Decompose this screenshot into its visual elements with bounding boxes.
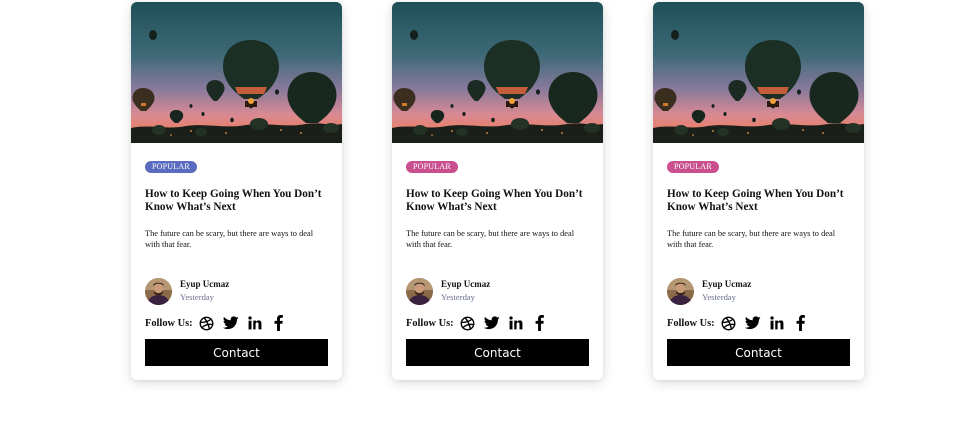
card-description: The future can be scary, but there are w…: [667, 229, 836, 249]
blog-card: POPULAR How to Keep Going When You Don’t…: [131, 2, 342, 380]
card-title[interactable]: How to Keep Going When You Don’t Know Wh…: [145, 188, 330, 214]
category-badge: POPULAR: [667, 161, 719, 173]
card-description: The future can be scary, but there are w…: [406, 229, 575, 249]
author-time: Yesterday: [180, 292, 214, 302]
hot-air-balloons-image: [653, 2, 864, 143]
contact-button[interactable]: Contact: [145, 339, 328, 366]
author-name: Eyup Ucmaz: [702, 279, 752, 289]
card-description: The future can be scary, but there are w…: [145, 229, 314, 249]
dribbble-icon[interactable]: [721, 315, 737, 331]
avatar: [145, 278, 172, 305]
category-badge: POPULAR: [406, 161, 458, 173]
author-time: Yesterday: [441, 292, 475, 302]
card-title[interactable]: How to Keep Going When You Don’t Know Wh…: [406, 188, 591, 214]
card-title[interactable]: How to Keep Going When You Don’t Know Wh…: [667, 188, 852, 214]
dribbble-icon[interactable]: [199, 315, 215, 331]
facebook-icon[interactable]: [532, 315, 548, 331]
follow-us-row: Follow Us:: [145, 313, 295, 333]
linkedin-icon[interactable]: [247, 315, 263, 331]
author-name: Eyup Ucmaz: [441, 279, 491, 289]
follow-us-row: Follow Us:: [406, 313, 556, 333]
avatar: [667, 278, 694, 305]
avatar: [406, 278, 433, 305]
hot-air-balloons-image: [392, 2, 603, 143]
follow-label: Follow Us:: [145, 317, 193, 329]
blog-card: POPULAR How to Keep Going When You Don’t…: [392, 2, 603, 380]
author-time: Yesterday: [702, 292, 736, 302]
dribbble-icon[interactable]: [460, 315, 476, 331]
card-grid: POPULAR How to Keep Going When You Don’t…: [0, 0, 971, 425]
twitter-icon[interactable]: [483, 315, 500, 331]
twitter-icon[interactable]: [222, 315, 239, 331]
follow-us-row: Follow Us:: [667, 313, 817, 333]
twitter-icon[interactable]: [744, 315, 761, 331]
follow-label: Follow Us:: [406, 317, 454, 329]
facebook-icon[interactable]: [271, 315, 287, 331]
blog-card: POPULAR How to Keep Going When You Don’t…: [653, 2, 864, 380]
contact-button[interactable]: Contact: [406, 339, 589, 366]
follow-label: Follow Us:: [667, 317, 715, 329]
contact-button[interactable]: Contact: [667, 339, 850, 366]
hot-air-balloons-image: [131, 2, 342, 143]
linkedin-icon[interactable]: [769, 315, 785, 331]
category-badge: POPULAR: [145, 161, 197, 173]
facebook-icon[interactable]: [793, 315, 809, 331]
author-name: Eyup Ucmaz: [180, 279, 230, 289]
linkedin-icon[interactable]: [508, 315, 524, 331]
